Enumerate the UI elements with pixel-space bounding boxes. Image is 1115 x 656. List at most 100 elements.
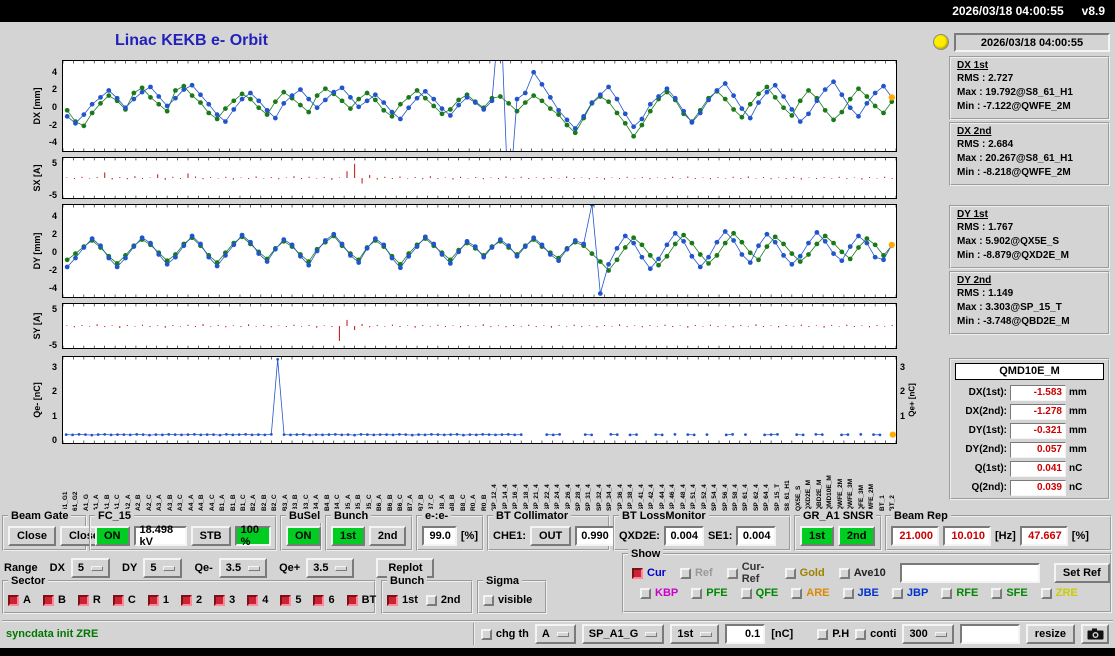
- set-ref-input[interactable]: [899, 563, 1040, 583]
- zre-checkbox[interactable]: ZRE: [1040, 587, 1078, 599]
- aux-input[interactable]: [959, 624, 1020, 644]
- range-qep-select[interactable]: 3.5: [306, 558, 355, 578]
- range-dy-select[interactable]: 5: [143, 558, 183, 578]
- stats-min: Min : -8.879@QXD2E_M: [957, 250, 1070, 261]
- gr-snsr-1st-button[interactable]: 1st: [800, 526, 834, 546]
- 2-checkbox[interactable]: 2: [180, 594, 203, 606]
- checkbox-indicator: [791, 587, 803, 599]
- y-tick-label: 3: [900, 361, 906, 372]
- 2nd-checkbox[interactable]: 2nd: [425, 594, 460, 606]
- checkbox-indicator: [842, 587, 854, 599]
- fc15-kv-display: 18.498 kV: [133, 524, 187, 548]
- x-axis-label: B2_C: [271, 494, 279, 511]
- range-dy-label: DY: [122, 562, 138, 574]
- stats-rms: RMS : 1.767: [957, 222, 1014, 233]
- range-dy-value: 5: [150, 562, 157, 574]
- kbp-checkbox[interactable]: KBP: [640, 587, 678, 599]
- checkbox-label: 5: [295, 594, 302, 606]
- ee-ratio-unit: [%]: [460, 530, 478, 542]
- threshold-input[interactable]: [725, 624, 766, 644]
- x-axis-label: SP_21_4: [533, 484, 541, 511]
- resize-button[interactable]: resize: [1025, 624, 1075, 644]
- sfe-checkbox[interactable]: SFE: [991, 587, 1028, 599]
- checkbox-indicator: [991, 587, 1003, 599]
- set-ref-button[interactable]: Set Ref: [1053, 563, 1110, 583]
- 3-checkbox[interactable]: 3: [214, 594, 235, 606]
- bt-checkbox[interactable]: BT: [346, 594, 376, 606]
- titlebar-datetime: 2026/03/18 04:00:55: [952, 4, 1064, 18]
- ph-checkbox[interactable]: P.H: [817, 628, 849, 640]
- x-axis-label: SP_14_4: [501, 484, 509, 511]
- option-menu-glyph: [163, 565, 176, 571]
- qfe-checkbox[interactable]: QFE: [740, 587, 778, 599]
- beam-rep-v2-display: 10.010: [943, 526, 991, 546]
- option-menu-glyph: [556, 631, 569, 637]
- busel-on-button[interactable]: ON: [286, 526, 321, 546]
- x-axis-label: WFE_2M: [868, 483, 876, 511]
- interval-select[interactable]: 300: [902, 624, 954, 644]
- chg-th-checkbox[interactable]: chg th: [480, 628, 529, 640]
- bunch-2nd-button[interactable]: 2nd: [368, 526, 407, 546]
- gr-snsr-2nd-button[interactable]: 2nd: [837, 526, 876, 546]
- beam-rep-v1-display: 21.000: [891, 526, 939, 546]
- 4-checkbox[interactable]: 4: [247, 594, 268, 606]
- sy-plot: [63, 304, 896, 348]
- jbe-checkbox[interactable]: JBE: [842, 587, 879, 599]
- ee-ratio-group: e-:e- 99.0 [%]: [416, 509, 484, 551]
- bunch-select[interactable]: 1st: [670, 624, 720, 644]
- visible-checkbox[interactable]: visible: [483, 594, 532, 606]
- range-dx-select[interactable]: 5: [70, 558, 111, 578]
- timestamp-display: 2026/03/18 04:00:55: [954, 33, 1110, 52]
- conti-checkbox[interactable]: conti: [855, 628, 896, 640]
- checkbox-indicator: [891, 587, 903, 599]
- ave10-checkbox[interactable]: Ave10: [838, 561, 886, 585]
- x-axis-label: B4_A: [313, 494, 321, 511]
- jbp-checkbox[interactable]: JBP: [891, 587, 928, 599]
- bunch-select-group: Bunch 1st 2nd: [381, 574, 473, 614]
- checkbox-label: 4: [262, 594, 269, 606]
- dx-1st-stats: DX 1st RMS : 2.727 Max : 19.792@S8_61_H1…: [949, 56, 1110, 120]
- are-checkbox[interactable]: ARE: [791, 587, 830, 599]
- ref-checkbox[interactable]: Ref: [679, 561, 713, 585]
- a-checkbox[interactable]: A: [8, 594, 31, 606]
- b-checkbox[interactable]: B: [42, 594, 66, 606]
- qxd2e-display: 0.004: [663, 526, 704, 546]
- status-indicator-lamp: [933, 34, 949, 50]
- sector-select[interactable]: A: [534, 624, 576, 644]
- monitor-row: DY(1st): -0.321 mm: [955, 421, 1104, 440]
- checkbox-label: 2: [195, 594, 203, 606]
- range-bar: Range DX 5 DY 5 Qe- 3.5 Qe+ 3.5 Replot: [4, 556, 435, 580]
- stats-min: Min : -8.218@QWFE_2M: [957, 167, 1071, 178]
- q-ytick-gutter: 3 2 1 0: [35, 357, 59, 446]
- checkbox-indicator: [632, 567, 643, 579]
- x-axis-label: SP_42_4: [648, 484, 656, 511]
- che1-out-button[interactable]: OUT: [530, 526, 572, 546]
- bunch-1st-button[interactable]: 1st: [331, 526, 365, 546]
- group-caption: Sigma: [483, 574, 523, 588]
- camera-button[interactable]: [1081, 624, 1109, 644]
- option-menu-glyph: [700, 631, 713, 637]
- gold-checkbox[interactable]: Gold: [784, 561, 825, 585]
- checkbox-label: Gold: [799, 567, 825, 579]
- 5-checkbox[interactable]: 5: [280, 594, 301, 606]
- 1-checkbox[interactable]: 1: [147, 594, 169, 606]
- cur-ref-checkbox[interactable]: Cur-Ref: [726, 561, 771, 585]
- monitor-row-unit: nC: [1069, 463, 1083, 474]
- y-tick-label: 0: [51, 435, 57, 446]
- c-checkbox[interactable]: C: [112, 594, 136, 606]
- device-select[interactable]: SP_A1_G: [581, 624, 665, 644]
- 6-checkbox[interactable]: 6: [313, 594, 335, 606]
- range-qem-select[interactable]: 3.5: [218, 558, 268, 578]
- monitor-row: DY(2nd): 0.057 mm: [955, 440, 1104, 459]
- x-axis-label: SP_61_4: [742, 484, 750, 511]
- checkbox-indicator: [740, 587, 752, 599]
- beam-gate-close-a-button[interactable]: Close: [8, 526, 56, 546]
- fc15-stb-button[interactable]: STB: [190, 526, 231, 546]
- rfe-checkbox[interactable]: RFE: [941, 587, 978, 599]
- 1st-checkbox[interactable]: 1st: [387, 594, 418, 606]
- cur-checkbox[interactable]: Cur: [632, 561, 666, 585]
- stats-max: Max : 5.902@QX5E_S: [957, 236, 1060, 247]
- r-checkbox[interactable]: R: [77, 594, 101, 606]
- pfe-checkbox[interactable]: PFE: [691, 587, 728, 599]
- fc15-on-button[interactable]: ON: [95, 526, 130, 546]
